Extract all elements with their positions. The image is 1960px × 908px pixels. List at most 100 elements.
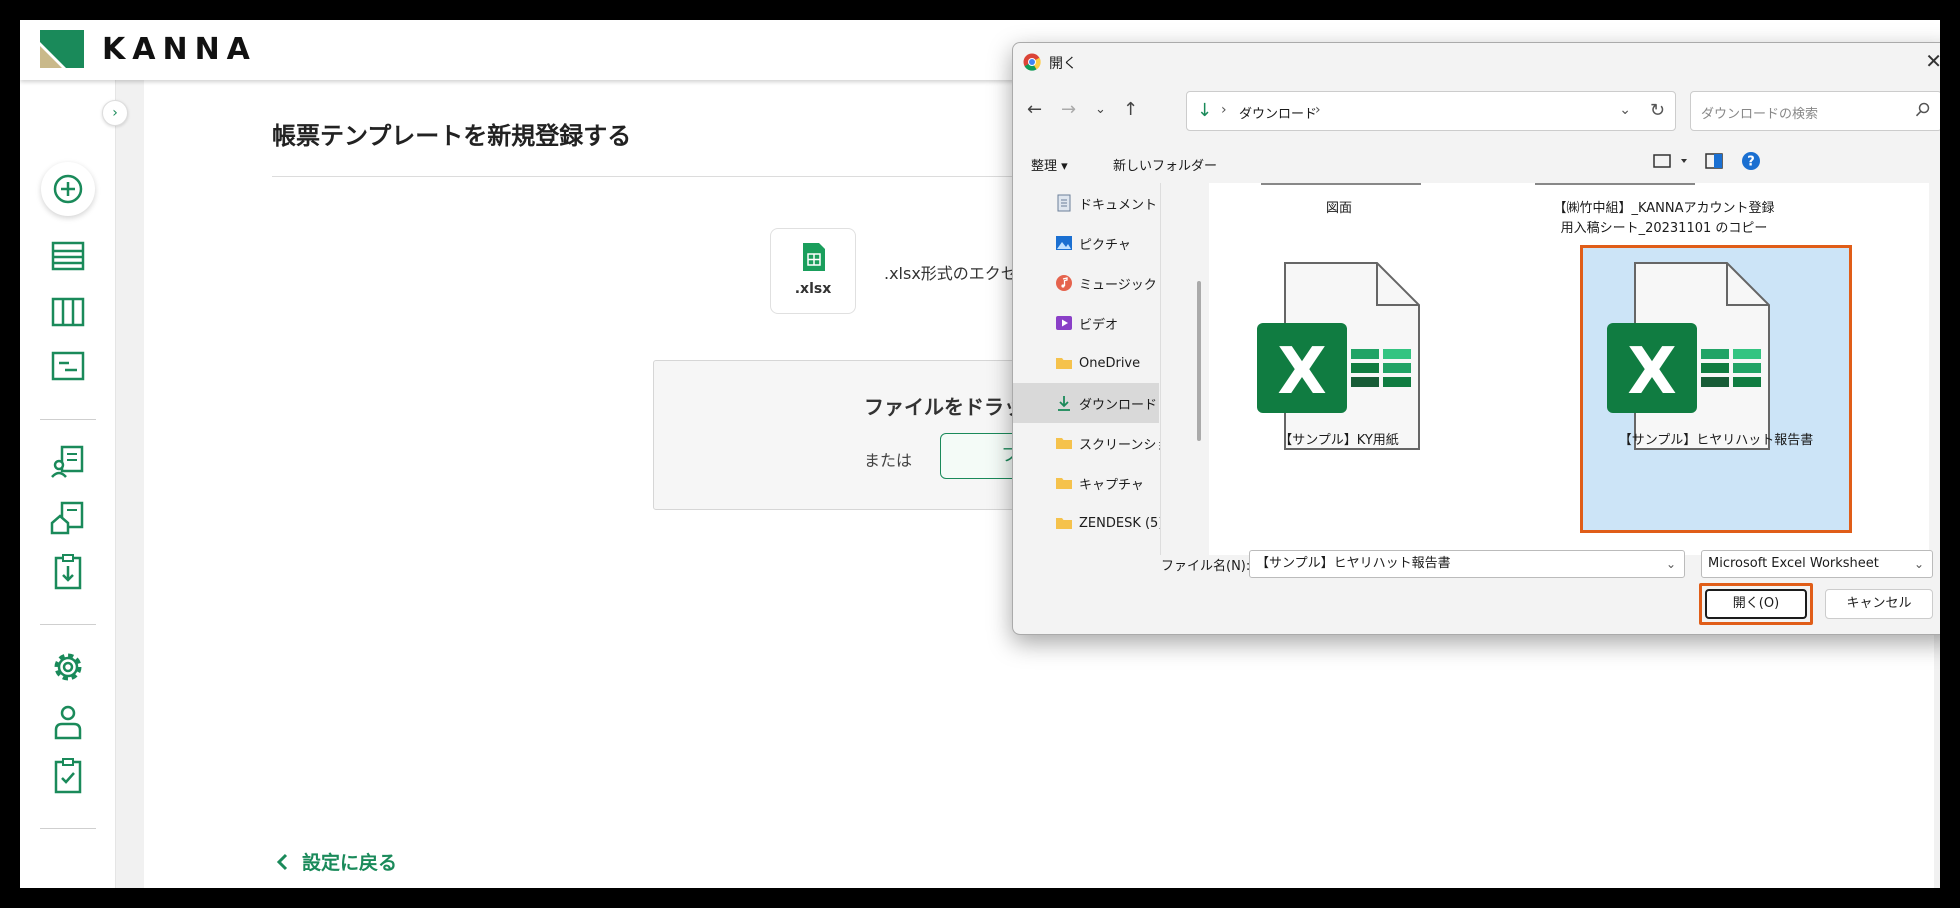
drop-zone-title: ファイルをドラッ (864, 395, 1024, 419)
document-house-icon (50, 501, 84, 535)
breadcrumb-chevron-icon: › (1221, 102, 1227, 118)
breadcrumb-chevron-icon: › (1315, 102, 1321, 118)
recent-locations-chevron-icon[interactable]: ⌄ (1095, 102, 1106, 117)
excel-file-icon[interactable]: X (1605, 261, 1773, 451)
list-icon (51, 241, 85, 271)
address-history-chevron-icon[interactable]: ⌄ (1619, 102, 1631, 118)
xlsx-file-badge: .xlsx (770, 228, 856, 314)
pictures-icon (1056, 236, 1072, 250)
file-name-value: 【サンプル】ヒヤリハット報告書 (1256, 556, 1451, 571)
back-to-settings-link[interactable]: 設定に戻る (276, 848, 397, 875)
plus-circle-icon (53, 174, 83, 204)
address-bar[interactable]: ↓ › ダウンロード › ⌄ ↻ (1186, 91, 1676, 131)
close-icon[interactable]: ✕ (1925, 49, 1940, 73)
nav-item-screenshots[interactable]: スクリーンショット (1013, 423, 1160, 463)
clipboard-download-icon (54, 554, 82, 590)
nav-item-label: キャプチャ (1079, 477, 1144, 493)
file-thumbnail-edge (1261, 183, 1421, 185)
refresh-icon[interactable]: ↻ (1650, 100, 1665, 121)
address-folder[interactable]: ダウンロード (1239, 103, 1317, 122)
sidebar-item-reports[interactable] (48, 442, 88, 482)
nav-item-label: ビデオ (1079, 317, 1119, 333)
spreadsheet-icon (803, 243, 825, 271)
nav-item-label: ダウンロード (1079, 397, 1158, 413)
nav-item-documents[interactable]: ドキュメント 📌 (1013, 183, 1159, 223)
sidebar-item-account[interactable] (48, 702, 88, 742)
back-link-label: 設定に戻る (302, 852, 398, 874)
xlsx-badge-label: .xlsx (794, 281, 832, 297)
file-item-label[interactable]: 【サンプル】KY用紙 (1239, 431, 1439, 451)
svg-text:X: X (1277, 335, 1326, 409)
nav-item-capture[interactable]: キャプチャ (1013, 463, 1159, 503)
navigation-scrollbar[interactable] (1197, 281, 1201, 441)
chevron-down-icon: ⌄ (1913, 557, 1924, 571)
nav-item-videos[interactable]: ビデオ 📌 (1013, 303, 1159, 343)
columns-icon (51, 297, 85, 327)
nav-item-label: スクリーンショット (1079, 437, 1160, 453)
file-name-input[interactable]: 【サンプル】ヒヤリハット報告書 ⌄ (1249, 550, 1685, 578)
sidebar-item-board[interactable] (48, 292, 88, 332)
excel-file-icon[interactable]: X (1255, 261, 1423, 451)
svg-text:X: X (1627, 335, 1676, 409)
help-icon[interactable]: ? (1741, 151, 1761, 171)
cancel-button[interactable]: キャンセル (1825, 589, 1933, 619)
drop-zone-or: または (864, 451, 913, 470)
clipboard-check-icon (54, 758, 82, 794)
screen: KANNA › 帳票テンプレートを新規登録する .xlsx .xlsx形式のエク… (20, 20, 1940, 888)
sidebar-item-list[interactable] (48, 236, 88, 276)
open-file-dialog: 開く ✕ ← → ⌄ ↑ ↓ › ダウンロード › ⌄ ↻ ダウンロードの検索 … (1012, 42, 1940, 635)
up-arrow-icon[interactable]: ↑ (1123, 99, 1138, 120)
nav-item-label: ピクチャ (1079, 237, 1131, 253)
sidebar-item-tasks[interactable] (48, 756, 88, 796)
sidebar: › (20, 80, 128, 888)
kanna-logo-icon (40, 30, 84, 68)
open-button[interactable]: 開く(O) (1705, 589, 1807, 619)
chrome-icon (1023, 53, 1041, 71)
format-description: .xlsx形式のエクセ (884, 264, 1017, 283)
dialog-title: 開く (1049, 56, 1077, 72)
sidebar-item-settings[interactable] (48, 647, 88, 687)
gear-icon (54, 653, 82, 681)
nav-item-label: ZENDESK (5) (1079, 515, 1161, 531)
file-type-select[interactable]: Microsoft Excel Worksheet ⌄ (1701, 550, 1933, 578)
nav-item-downloads[interactable]: ダウンロード (1013, 383, 1159, 423)
nav-item-label: ミュージック (1079, 277, 1157, 293)
nav-item-label: ドキュメント (1079, 197, 1158, 213)
forward-arrow-icon[interactable]: → (1061, 99, 1076, 120)
back-arrow-icon[interactable]: ← (1027, 99, 1042, 120)
sidebar-item-download[interactable] (48, 552, 88, 592)
video-icon (1056, 316, 1072, 330)
organize-menu[interactable]: 整理 ▾ (1031, 155, 1068, 174)
sidebar-collapse-button[interactable]: › (102, 100, 128, 126)
new-folder-button[interactable]: 新しいフォルダー (1113, 155, 1217, 174)
folder-icon (1056, 358, 1072, 369)
nav-item-pictures[interactable]: ピクチャ 📌 (1013, 223, 1159, 263)
file-item-label[interactable]: 【㈱竹中組】_KANNAアカウント登録用入稿シート_20231101 のコピー (1549, 199, 1779, 239)
sidebar-divider (40, 419, 96, 420)
page-title: 帳票テンプレートを新規登録する (272, 122, 632, 150)
download-icon: ↓ (1197, 100, 1213, 121)
chevron-left-icon (276, 853, 288, 870)
download-icon (1058, 396, 1070, 411)
preview-pane-icon[interactable] (1705, 153, 1723, 169)
nav-item-music[interactable]: ミュージック 📌 (1013, 263, 1159, 303)
file-thumbnail-edge (1535, 183, 1695, 185)
nav-item-onedrive[interactable]: OneDrive 📌 (1013, 343, 1159, 383)
sidebar-item-gantt[interactable] (48, 346, 88, 386)
file-item-label[interactable]: 図面 (1229, 199, 1449, 219)
music-icon (1056, 275, 1072, 291)
file-name-label: ファイル名(N): (1161, 559, 1251, 574)
file-type-value: Microsoft Excel Worksheet (1708, 556, 1879, 571)
sidebar-item-sites[interactable] (48, 498, 88, 538)
search-placeholder: ダウンロードの検索 (1701, 107, 1819, 122)
file-item-label[interactable]: 【サンプル】ヒヤリハット報告書 (1585, 431, 1847, 451)
chevron-down-icon[interactable]: ⌄ (1666, 551, 1676, 577)
file-list-scrollbar[interactable] (1937, 183, 1940, 555)
search-box[interactable]: ダウンロードの検索 (1690, 91, 1940, 131)
nav-item-zendesk[interactable]: ZENDESK (5) (1013, 503, 1161, 543)
view-toggle-icon[interactable] (1653, 153, 1693, 169)
user-icon (54, 705, 82, 740)
document-icon (1057, 194, 1071, 212)
add-button[interactable] (41, 162, 95, 216)
logo-text: KANNA (102, 32, 257, 67)
